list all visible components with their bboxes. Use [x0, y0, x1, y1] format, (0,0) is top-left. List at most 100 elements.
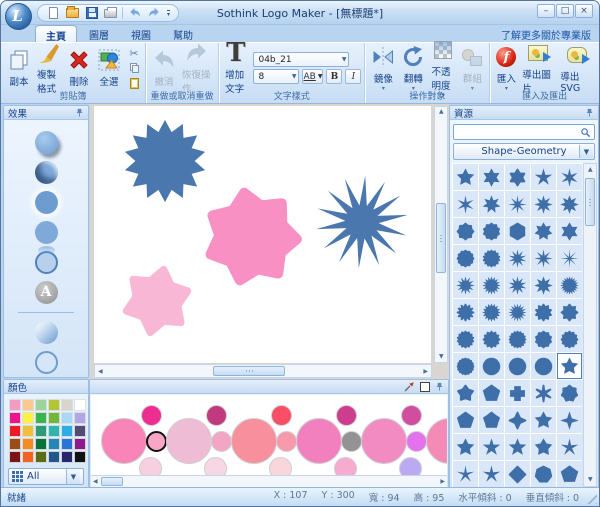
color-swatch[interactable]: [22, 412, 34, 424]
chevron-down-icon[interactable]: ▼: [66, 469, 80, 484]
shape-cell[interactable]: [479, 353, 504, 379]
shape-cell[interactable]: [479, 326, 504, 352]
scheme-circle[interactable]: [426, 418, 447, 464]
shape-cell[interactable]: [505, 434, 530, 460]
delete-button[interactable]: 刪除: [64, 47, 94, 89]
scheme-circle[interactable]: [101, 418, 147, 464]
shape-cell[interactable]: [453, 353, 478, 379]
shape-cell[interactable]: [453, 245, 478, 271]
shape-cell[interactable]: [505, 245, 530, 271]
scheme-circle[interactable]: [269, 457, 292, 475]
color-swatch[interactable]: [9, 412, 21, 424]
color-swatch[interactable]: [35, 399, 47, 411]
shape-cell[interactable]: [479, 299, 504, 325]
pin-icon[interactable]: [585, 108, 594, 117]
color-scheme-cluster[interactable]: [166, 405, 232, 475]
color-swatch[interactable]: [74, 438, 86, 450]
eyedropper-icon[interactable]: [403, 381, 415, 393]
color-swatch[interactable]: [9, 451, 21, 463]
canvas-vertical-scrollbar[interactable]: ▲ ▼: [434, 106, 448, 363]
color-swatch[interactable]: [35, 438, 47, 450]
shape-cell[interactable]: [505, 380, 530, 406]
scrollbar-thumb[interactable]: [585, 178, 595, 226]
scheme-circle[interactable]: [211, 431, 232, 452]
shape-cell[interactable]: [531, 245, 556, 271]
copy-button[interactable]: 副本: [4, 47, 34, 89]
color-swatch[interactable]: [9, 399, 21, 411]
shape-cell[interactable]: [479, 461, 504, 487]
shape-cell[interactable]: [557, 272, 582, 298]
shape-cell[interactable]: [557, 299, 582, 325]
shape-cell[interactable]: [453, 164, 478, 190]
effect-item-outline[interactable]: [4, 347, 88, 377]
scheme-circle[interactable]: [336, 405, 357, 426]
shape-cell[interactable]: [531, 434, 556, 460]
copy-small-icon[interactable]: [126, 61, 142, 75]
scroll-left-icon[interactable]: ◀: [93, 479, 98, 485]
shape-cell[interactable]: [453, 380, 478, 406]
minimize-button[interactable]: –: [537, 4, 555, 18]
color-swatch[interactable]: [74, 412, 86, 424]
color-swatch[interactable]: [22, 438, 34, 450]
scheme-circle[interactable]: [141, 405, 162, 426]
color-swatch[interactable]: [35, 425, 47, 437]
scheme-circle[interactable]: [166, 418, 212, 464]
shape-cell[interactable]: [505, 218, 530, 244]
shape-cell[interactable]: [505, 353, 530, 379]
shape-cell[interactable]: [453, 326, 478, 352]
shape-cell[interactable]: [479, 272, 504, 298]
color-swatch[interactable]: [74, 425, 86, 437]
app-logo-icon[interactable]: L: [5, 3, 32, 30]
canvas-shape[interactable]: [106, 250, 208, 352]
scheme-circle[interactable]: [361, 418, 407, 464]
import-button[interactable]: f 匯入 ▾: [493, 44, 519, 92]
effect-item-drop-shadow[interactable]: [4, 127, 88, 157]
shape-cell[interactable]: [557, 164, 582, 190]
italic-button[interactable]: I: [345, 69, 362, 84]
shape-cell[interactable]: [505, 461, 530, 487]
shape-cell[interactable]: [531, 272, 556, 298]
shape-cell[interactable]: [505, 407, 530, 433]
shape-cell[interactable]: [453, 218, 478, 244]
scheme-circle[interactable]: [204, 457, 227, 475]
tab-視圖[interactable]: 視圖: [121, 25, 161, 42]
scheme-circle[interactable]: [334, 457, 357, 475]
color-swatch[interactable]: [35, 451, 47, 463]
scroll-up-icon[interactable]: ▲: [439, 109, 444, 115]
effect-item-inner-shadow[interactable]: [4, 157, 88, 187]
chevron-down-icon[interactable]: ▼: [579, 145, 593, 158]
shape-cell[interactable]: [479, 245, 504, 271]
color-scheme-cluster[interactable]: [231, 405, 297, 475]
scheme-circle[interactable]: [401, 405, 422, 426]
shape-cell[interactable]: [557, 461, 582, 487]
shape-cell[interactable]: [557, 407, 582, 433]
shape-cell[interactable]: [531, 353, 556, 379]
shape-cell[interactable]: [453, 407, 478, 433]
select-all-button[interactable]: 全選: [94, 47, 124, 89]
shape-cell[interactable]: [479, 434, 504, 460]
shape-cell[interactable]: [557, 218, 582, 244]
color-scheme-cluster[interactable]: [426, 405, 447, 475]
shape-cell[interactable]: [479, 164, 504, 190]
color-swatch[interactable]: [61, 399, 73, 411]
color-scheme-cluster[interactable]: [361, 405, 427, 475]
scroll-down-icon[interactable]: ▼: [588, 477, 593, 483]
shape-cell[interactable]: [531, 461, 556, 487]
canvas-page[interactable]: [94, 106, 431, 363]
shape-cell[interactable]: [531, 218, 556, 244]
pin-icon[interactable]: [435, 382, 444, 391]
color-swatch[interactable]: [22, 425, 34, 437]
scrollbar-thumb[interactable]: [213, 366, 285, 376]
export-svg-button[interactable]: 導出SVG: [557, 42, 596, 95]
shape-cell[interactable]: [557, 245, 582, 271]
shape-cell[interactable]: [531, 191, 556, 217]
shape-cell[interactable]: [531, 407, 556, 433]
color-swatch[interactable]: [22, 451, 34, 463]
mirror-button[interactable]: 鏡像 ▾: [368, 44, 398, 92]
shape-search-input[interactable]: [453, 124, 595, 140]
scroll-left-icon[interactable]: ◀: [98, 369, 103, 375]
shape-cell[interactable]: [453, 272, 478, 298]
export-image-button[interactable]: 導出圖片: [519, 40, 557, 96]
scheme-circle[interactable]: [341, 431, 362, 452]
scheme-circle[interactable]: [399, 457, 422, 475]
